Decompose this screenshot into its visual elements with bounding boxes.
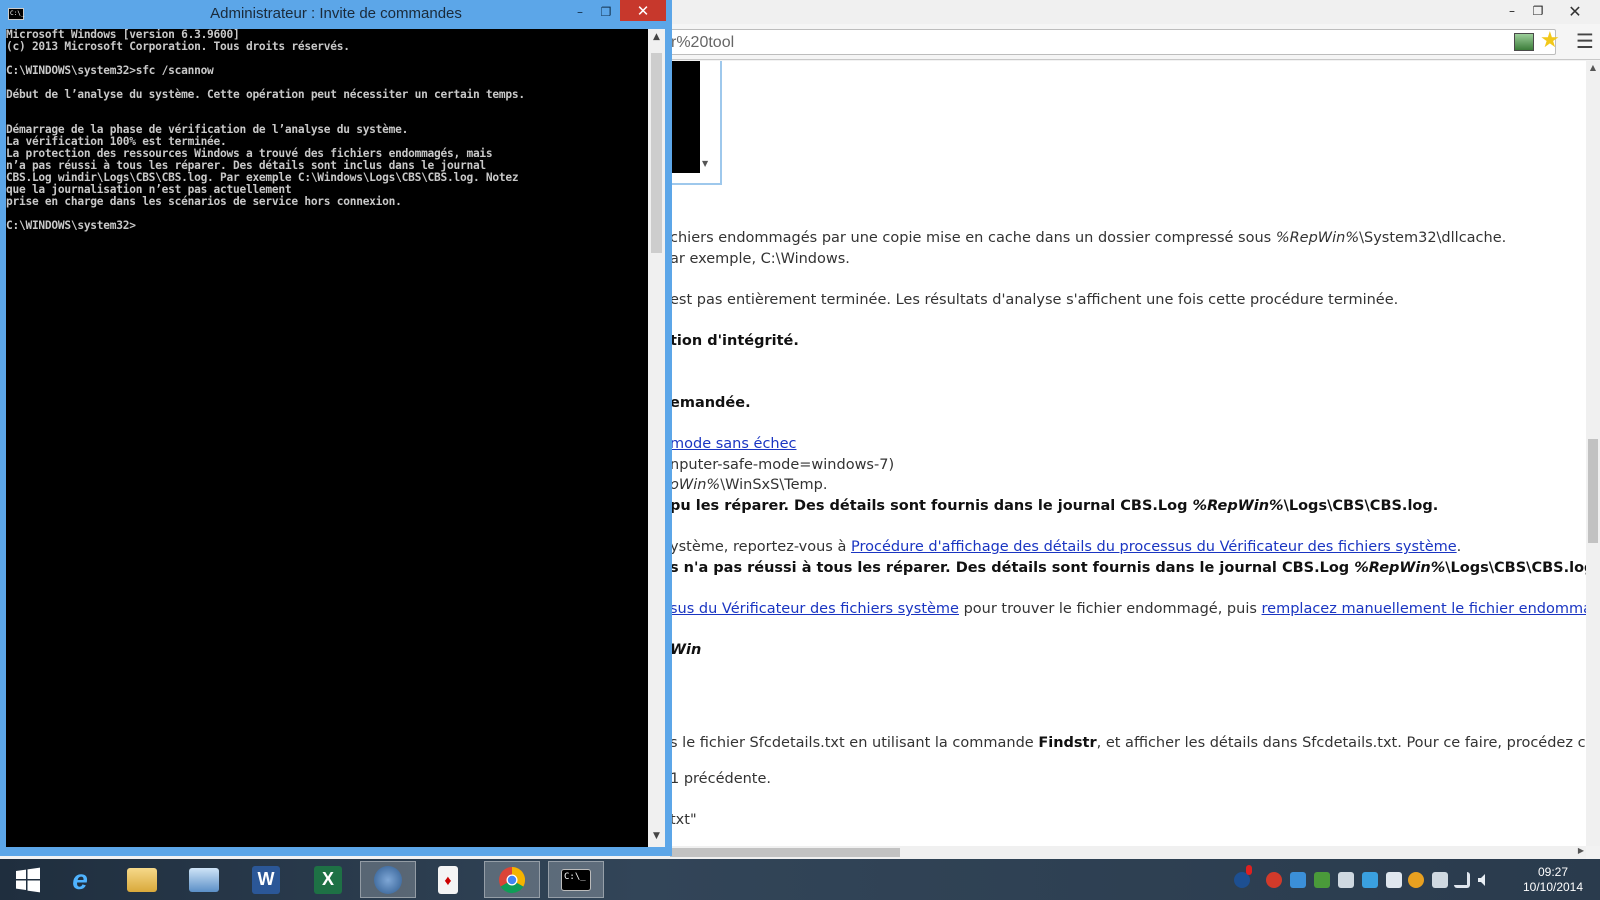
cards-icon: ♦ [438,865,458,894]
page-paragraph: oWin%\WinSxS\Temp. [670,477,828,493]
page-paragraph: sus du Vérificateur des fichiers système… [670,600,1586,618]
update-icon[interactable] [1408,872,1424,888]
page-paragraph: s le fichier Sfcdetails.txt en utilisant… [670,735,1586,751]
speaker-shape [1478,874,1485,886]
cmd-close-button[interactable]: ✕ [620,0,666,21]
scroll-up-arrow-icon[interactable]: ▲ [1586,63,1600,72]
page-paragraph: s n'a pas réussi à tous les réparer. Des… [670,560,1586,576]
antivirus-icon[interactable] [1266,872,1282,888]
taskbar-thunderbird[interactable] [360,861,416,898]
cmd-output-line [6,208,525,220]
taskbar-word[interactable]: W [238,861,294,898]
page-vertical-scrollbar[interactable]: ▲ [1586,61,1600,846]
page-paragraph: 1 précédente. [670,771,772,787]
cmd-output-line [6,100,525,112]
thunderbird-icon [374,865,402,894]
cmd-output-text: Microsoft Windows [version 6.3.9600] (c) … [6,29,525,231]
address-bar-text: r%20tool [671,34,735,51]
taskbar-file-explorer[interactable] [114,861,170,898]
cmd-output-line: C:\WINDOWS\system32> [6,218,136,232]
windows-logo-icon [16,867,40,892]
ie-icon: e [72,863,88,895]
address-bar[interactable]: r%20tool [640,29,1556,55]
cmd-output-line: C:\WINDOWS\system32>sfc /scannow [6,63,214,77]
sfc-details-procedure-link[interactable]: Procédure d'affichage des détails du pro… [851,539,1457,555]
page-paragraph: txt" [670,812,697,828]
computer-icon [189,867,219,892]
sfc-process-link[interactable]: sus du Vérificateur des fichiers système [670,601,959,617]
browser-minimize-button[interactable]: – [1498,0,1526,22]
cmd-minimize-button[interactable]: – [567,1,593,23]
page-heading: Win [670,642,702,658]
safe-mode-link[interactable]: mode sans échec [670,436,797,452]
volume-icon[interactable] [1476,872,1492,888]
taskbar-excel[interactable]: X [300,861,356,898]
browser-menu-icon[interactable]: ☰ [1576,31,1594,51]
word-icon: W [252,865,280,894]
taskbar-remote-desktop[interactable] [176,861,232,898]
picture-extension-icon[interactable] [1514,33,1534,51]
device-icon[interactable] [1338,872,1354,888]
page-hscroll-thumb[interactable] [670,848,900,857]
cmd-maximize-button[interactable]: ❐ [593,1,619,23]
start-button[interactable] [0,861,56,898]
cmd-icon: C:\_ [561,868,591,891]
alert-badge-icon [1246,865,1252,875]
clock-time: 09:27 [1537,865,1569,879]
clock-date: 10/10/2014 [1522,880,1584,894]
page-paragraph: chiers endommagés par une copie mise en … [670,230,1507,246]
usb-icon[interactable] [1432,872,1448,888]
snowflake-icon[interactable] [1290,872,1306,888]
page-scroll-thumb[interactable] [1588,439,1598,543]
excel-icon: X [314,865,342,894]
action-center-flag-icon[interactable] [1386,872,1402,888]
cmd-scroll-thumb[interactable] [651,53,662,253]
scroll-up-arrow-icon[interactable]: ▲ [648,32,665,42]
scroll-right-arrow-icon[interactable]: ▶ [1578,846,1584,855]
scroll-down-arrow-icon[interactable]: ▼ [648,831,665,841]
taskbar-clock[interactable]: 09:27 10/10/2014 [1508,865,1598,895]
signal-icon[interactable] [1454,872,1470,888]
network-share-icon[interactable] [1362,872,1378,888]
chevron-down-icon: ▼ [702,159,709,168]
cmd-output-line [6,77,525,89]
system-tray [1228,859,1485,900]
taskbar-internet-explorer[interactable]: e [52,861,108,898]
replace-file-manually-link[interactable]: remplacez manuellement le fichier endomm… [1262,601,1586,617]
cmd-console-output[interactable]: Microsoft Windows [version 6.3.9600] (c) … [6,29,648,847]
cmd-output-line: que la journalisation n’est pas actuelle… [6,182,292,196]
download-icon[interactable] [1314,872,1330,888]
page-paragraph: ystème, reportez-vous à Procédure d'affi… [670,539,1462,555]
browser-close-button[interactable]: ✕ [1552,0,1598,22]
taskbar-command-prompt[interactable]: C:\_ [548,861,604,898]
taskbar-solitaire[interactable]: ♦ [420,861,476,898]
cmd-output-line: CBS.Log windir\Logs\CBS\CBS.log. Par exe… [6,170,519,184]
page-heading: tion d'intégrité. [670,333,799,349]
page-heading: emandée. [670,395,751,411]
cmd-output-line [6,53,525,65]
page-paragraph: ar exemple, C:\Windows. [670,251,850,267]
page-horizontal-scrollbar[interactable]: ▶ [640,846,1586,859]
cmd-output-line: prise en charge dans les scénarios de se… [6,194,402,208]
cmd-vertical-scrollbar[interactable]: ▲ ▼ [648,29,665,847]
cmd-output-line: Début de l’analyse du système. Cette opé… [6,87,525,101]
page-paragraph: pu les réparer. Des détails sont fournis… [670,498,1439,514]
page-link-line: mode sans échec [670,435,797,453]
browser-maximize-button[interactable]: ❐ [1524,0,1552,22]
page-paragraph: nputer-safe-mode=windows-7) [670,457,895,473]
chrome-icon [499,866,526,893]
bookmark-star-icon[interactable]: ★ [1540,29,1560,53]
command-prompt-window[interactable]: C:\_ Administrateur : Invite de commande… [0,0,672,856]
folder-icon [127,867,157,892]
cmd-output-line: (c) 2013 Microsoft Corporation. Tous dro… [6,39,350,53]
page-paragraph: est pas entièrement terminée. Les résult… [670,292,1399,308]
taskbar-chrome[interactable] [484,861,540,898]
